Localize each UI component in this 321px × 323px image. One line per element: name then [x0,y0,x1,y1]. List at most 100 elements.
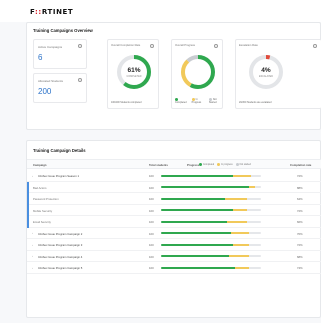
overview-title: Training Campaigns Overview [33,28,93,33]
total-students: 100 [149,185,154,190]
total-students: 100 [149,208,154,213]
progress-legend: Completed In Progress Not Started [175,97,222,104]
completion-status: COMPLETED [127,75,142,78]
campaign-name: Password Protection [33,197,59,201]
campaign-row[interactable]: › InfoSec Issue Program Season 1 100 72% [27,170,321,182]
column-completion-rate[interactable]: Completion rate [290,163,311,167]
active-campaigns-value: 6 [38,53,43,62]
total-students: 100 [149,243,154,247]
progress-bar [161,243,261,246]
completed-segment [161,186,249,189]
chevron-right-icon[interactable]: › [32,231,33,235]
escalation-rate-title: Escalation Rate [239,44,258,47]
completion-rate-title: Overall Completion Rate [111,44,141,47]
dashboard-page: F::RTINET Training Campaigns Overview Ac… [0,0,321,323]
escalation-percent: 4% [261,67,271,74]
campaign-row[interactable]: › InfoSec Issue Program Campaign 3 100 72% [27,239,321,251]
in-progress-segment [233,174,251,177]
completion-rate: 72% [297,208,303,213]
progress-bar [161,209,261,212]
campaign-row[interactable]: › InfoSec Issue Program Campaign 4 100 68% [27,251,321,262]
chevron-right-icon[interactable]: › [32,243,33,247]
progress-bar [161,232,261,235]
completion-rate: 88% [297,185,303,190]
completed-segment [161,266,235,269]
in-progress-segment [227,220,247,223]
completion-rate: 72% [297,243,303,247]
campaign-name: Bad Actors [33,185,47,190]
campaign-name: Email Security [33,220,51,224]
completion-rate: 68% [297,254,303,259]
in-progress-segment [233,243,249,246]
in-progress-segment [225,197,247,200]
legend-completed: Completed [199,163,214,166]
in-progress-segment [229,255,249,258]
completed-segment [161,255,229,258]
legend-in-progress: In progress [217,163,233,166]
module-row[interactable]: Email Security 100 66% [27,216,321,228]
details-panel: Training Campaign Details Campaign Total… [26,140,321,318]
campaign-row[interactable]: › InfoSec Issue Program Campaign 5 100 74% [27,262,321,274]
completion-rate-card: Overall Completion Rate 61% COMPLETED 10… [107,39,159,109]
total-students: 100 [149,254,154,259]
legend-completed: Completed [175,97,188,104]
escalation-status: ESCALATED [259,75,273,78]
column-campaign[interactable]: Campaign [33,163,47,167]
campaign-name: InfoSec Issue Program Campaign 2 [38,231,83,236]
campaign-row[interactable]: › InfoSec Issue Program Campaign 2 100 70% [27,228,321,239]
active-campaigns-card: Active Campaigns 6 [33,39,87,69]
details-title: Training Campaign Details [33,148,86,153]
in-progress-segment [233,209,247,212]
chevron-right-icon[interactable]: › [32,266,33,270]
total-students: 100 [149,231,154,236]
module-row[interactable]: Bad Actors 100 88% [27,181,321,193]
campaign-name: Mobile Security [33,208,53,213]
module-row[interactable]: Password Protection 100 64% [27,193,321,205]
fortinet-logo[interactable]: F::RTINET [30,8,73,16]
completed-segment [161,209,233,212]
info-icon[interactable] [78,78,82,82]
column-total-students[interactable]: Total students [149,163,168,167]
allocated-students-card: Allocated Students 200 [33,73,87,103]
info-icon[interactable] [150,44,154,48]
completion-rate: 70% [297,231,303,236]
overall-progress-card: Overall Progress Completed In Progress N… [171,39,223,109]
chevron-right-icon[interactable]: › [32,174,33,178]
overview-panel: Training Campaigns Overview Active Campa… [26,22,321,130]
info-icon[interactable] [214,44,218,48]
campaign-name: InfoSec Issue Program Campaign 5 [38,266,83,270]
completion-donut: 61% COMPLETED [117,55,151,89]
column-progress[interactable]: Progress [187,163,199,167]
completion-rate: 72% [297,174,303,178]
completion-rate: 74% [297,266,303,270]
overall-progress-title: Overall Progress [175,44,196,47]
completed-segment [161,232,231,235]
row-accent [27,181,29,193]
progress-bar [161,186,261,189]
progress-bar [161,174,261,177]
info-icon[interactable] [313,44,317,48]
row-accent [27,216,29,228]
progress-donut [181,55,215,89]
allocated-students-value: 200 [38,87,52,96]
escalation-donut: 4% ESCALATED [249,55,283,89]
escalation-footer: 20/200 Students are escalated [239,101,272,104]
legend-in-progress: In Progress [191,97,202,104]
progress-column-legend: Completed In progress Not started [199,163,251,166]
active-campaigns-label: Active Campaigns [38,45,63,49]
campaign-name: InfoSec Issue Program Campaign 3 [38,243,83,247]
total-students: 100 [149,220,154,224]
completed-segment [161,174,233,177]
completion-rate: 66% [297,220,303,224]
info-icon[interactable] [78,44,82,48]
completed-segment [161,220,227,223]
legend-not-started: Not started [235,163,251,166]
total-students: 100 [149,266,154,270]
completed-segment [161,197,225,200]
campaign-name: InfoSec Issue Program Season 1 [38,174,80,178]
in-progress-segment [235,266,249,269]
module-row[interactable]: Mobile Security 100 72% [27,204,321,216]
completion-percent: 61% [127,67,140,74]
total-students: 100 [149,174,154,178]
chevron-right-icon[interactable]: › [32,254,33,258]
